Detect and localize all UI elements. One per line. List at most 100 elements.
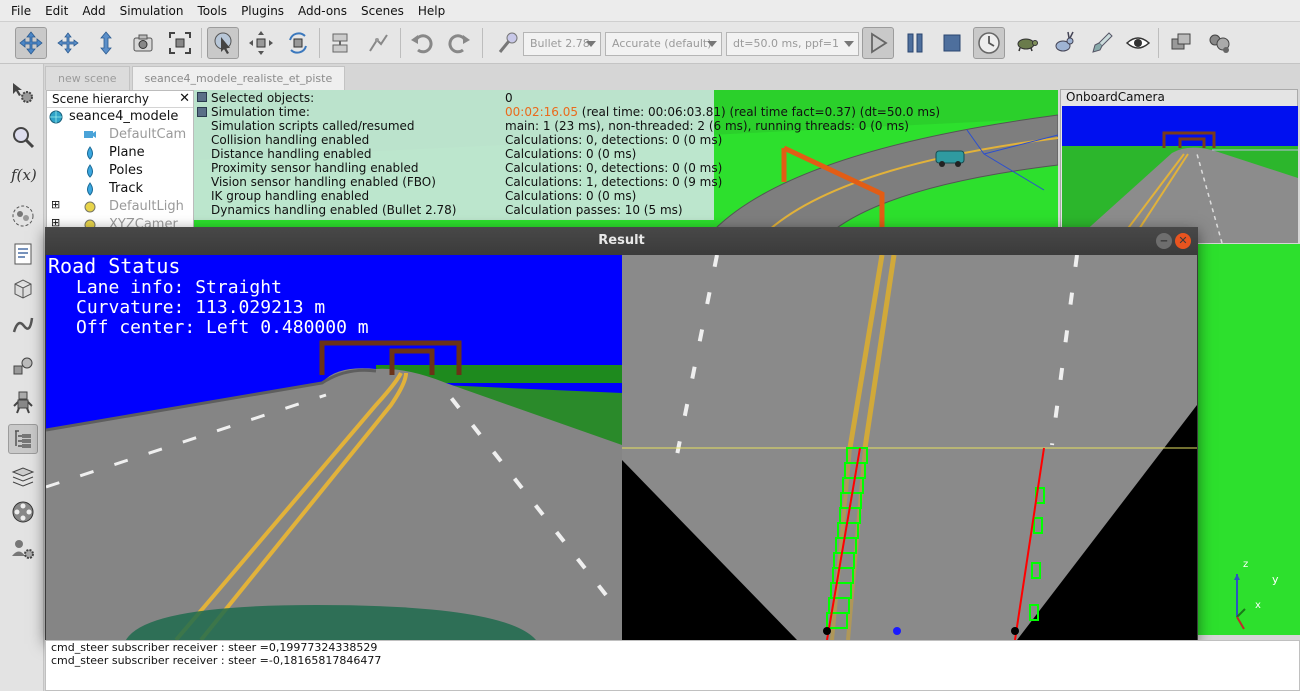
square-icon[interactable]: [197, 107, 207, 117]
menu-help[interactable]: Help: [411, 0, 452, 22]
menu-edit[interactable]: Edit: [38, 0, 75, 22]
cube-icon: [14, 279, 32, 299]
start-simulation-button[interactable]: [862, 27, 894, 59]
scene-hierarchy-panel: Scene hierarchy ✕ seance4_modele Default…: [46, 90, 194, 232]
accuracy-value: Accurate (default): [612, 37, 712, 50]
object-rotate-button[interactable]: [282, 27, 314, 59]
scene-selector-button[interactable]: [1203, 27, 1235, 59]
pause-icon: [907, 33, 923, 53]
undo-button[interactable]: [406, 27, 438, 59]
expand-icon[interactable]: ⊞: [51, 198, 60, 211]
realtime-mode-button[interactable]: [973, 27, 1005, 59]
rocket-icon: [1092, 32, 1113, 53]
scene-viewport[interactable]: Selected objects: Simulation time: Simul…: [194, 90, 1058, 230]
hierarchy-item-root[interactable]: seance4_modele: [47, 108, 193, 126]
eye-icon: [1125, 37, 1151, 49]
chevron-down-icon: [844, 41, 854, 47]
hierarchy-item-label: DefaultCam: [109, 127, 187, 142]
timestep-select[interactable]: dt=50.0 ms, ppf=1: [726, 32, 859, 56]
camera-frame: Road Status Lane info: Straight Curvatur…: [45, 254, 622, 642]
hierarchy-item-camera[interactable]: DefaultCam: [47, 126, 193, 144]
hierarchy-item-label: Plane: [109, 145, 145, 160]
tab-seance4[interactable]: seance4_modele_realiste_et_piste: [131, 66, 346, 90]
rabbit-icon: [1055, 31, 1074, 52]
shape-object-icon: [87, 164, 93, 178]
video-recorder-button[interactable]: [8, 497, 38, 527]
minimize-icon: ‒: [1160, 234, 1168, 247]
menu-simulation[interactable]: Simulation: [113, 0, 191, 22]
simulation-info-overlay: Selected objects: Simulation time: Simul…: [194, 90, 940, 220]
shapes-button[interactable]: [8, 274, 38, 304]
path-planning-button[interactable]: [8, 310, 38, 340]
visualization-toggle-button[interactable]: [1122, 27, 1154, 59]
close-window-button[interactable]: ✕: [1175, 233, 1191, 249]
transfer-dna-button[interactable]: [362, 27, 394, 59]
turtle-icon: [1017, 38, 1038, 52]
camera-shift-button[interactable]: [90, 27, 122, 59]
vertical-arrows-icon: [100, 31, 112, 55]
zoom-button[interactable]: [8, 122, 38, 152]
stop-simulation-button[interactable]: [936, 27, 968, 59]
model-browser-button[interactable]: [8, 352, 38, 382]
slow-down-button[interactable]: [1011, 27, 1043, 59]
script-icon: [14, 243, 32, 265]
page-selector-button[interactable]: [1166, 27, 1198, 59]
collapse-icon[interactable]: [197, 92, 207, 102]
globe-icon: [49, 110, 63, 124]
result-window-titlebar[interactable]: Result ‒ ✕: [45, 227, 1198, 255]
physics-engine-select[interactable]: Bullet 2.78: [523, 32, 601, 56]
menu-plugins[interactable]: Plugins: [234, 0, 291, 22]
info-label-collision: Collision handling enabled: [211, 133, 370, 147]
hierarchy-item-label: Poles: [109, 163, 143, 178]
scene-hierarchy-toggle-button[interactable]: [8, 424, 38, 454]
menu-addons[interactable]: Add-ons: [291, 0, 354, 22]
scripts-button[interactable]: [8, 239, 38, 269]
info-label-distance: Distance handling enabled: [211, 147, 372, 161]
close-icon: ✕: [1178, 234, 1188, 247]
result-window-body: Road Status Lane info: Straight Curvatur…: [45, 254, 1197, 642]
scene-hierarchy-header: Scene hierarchy ✕: [47, 91, 193, 108]
robot-button[interactable]: [8, 387, 38, 417]
result-window-title: Result: [598, 233, 645, 248]
dynamics-toggle-button[interactable]: [492, 27, 524, 59]
camera-rotate-button[interactable]: [52, 27, 84, 59]
menu-scenes[interactable]: Scenes: [354, 0, 411, 22]
onboard-camera-view[interactable]: OnboardCamera: [1060, 89, 1298, 243]
accuracy-select[interactable]: Accurate (default): [605, 32, 722, 56]
gear-arrow-icon: [13, 83, 33, 103]
redo-button[interactable]: [443, 27, 475, 59]
fit-to-view-button[interactable]: [164, 27, 196, 59]
tab-new-scene[interactable]: new scene: [45, 66, 130, 90]
road-status-heading: Road Status: [48, 255, 180, 278]
dynamics-icon: [498, 32, 518, 53]
close-icon[interactable]: ✕: [179, 91, 190, 106]
camera-pan-button[interactable]: [15, 27, 47, 59]
camera-angle-button[interactable]: [127, 27, 159, 59]
menu-tools[interactable]: Tools: [191, 0, 235, 22]
layers-button[interactable]: [8, 462, 38, 492]
minimize-button[interactable]: ‒: [1156, 233, 1172, 249]
chevron-down-icon: [707, 41, 717, 47]
calculation-modules-button[interactable]: f(x): [8, 159, 38, 189]
result-window: Result ‒ ✕ Road Status Lane info: Straig…: [45, 227, 1198, 642]
console-output[interactable]: cmd_steer subscriber receiver : steer =0…: [45, 640, 1300, 691]
user-settings-button[interactable]: [8, 534, 38, 564]
speed-up-button[interactable]: [1049, 27, 1081, 59]
pause-simulation-button[interactable]: [899, 27, 931, 59]
object-shift-button[interactable]: [245, 27, 277, 59]
collections-button[interactable]: [8, 201, 38, 231]
hierarchy-item-track[interactable]: Track: [47, 180, 193, 198]
simulation-settings-button[interactable]: [8, 78, 38, 108]
info-label-scripts: Simulation scripts called/resumed: [211, 119, 415, 133]
menu-add[interactable]: Add: [75, 0, 112, 22]
thread-rendering-button[interactable]: [1086, 27, 1118, 59]
assemble-icon: [332, 33, 348, 53]
assemble-button[interactable]: [325, 27, 357, 59]
hierarchy-item-light[interactable]: ⊞ DefaultLigh: [47, 198, 193, 216]
menu-file[interactable]: File: [4, 0, 38, 22]
fit-view-icon: [169, 32, 191, 54]
click-select-button[interactable]: [207, 27, 239, 59]
hierarchy-item-poles[interactable]: Poles: [47, 162, 193, 180]
info-value-vision: Calculations: 1, detections: 0 (9 ms): [505, 175, 723, 189]
hierarchy-item-plane[interactable]: Plane: [47, 144, 193, 162]
